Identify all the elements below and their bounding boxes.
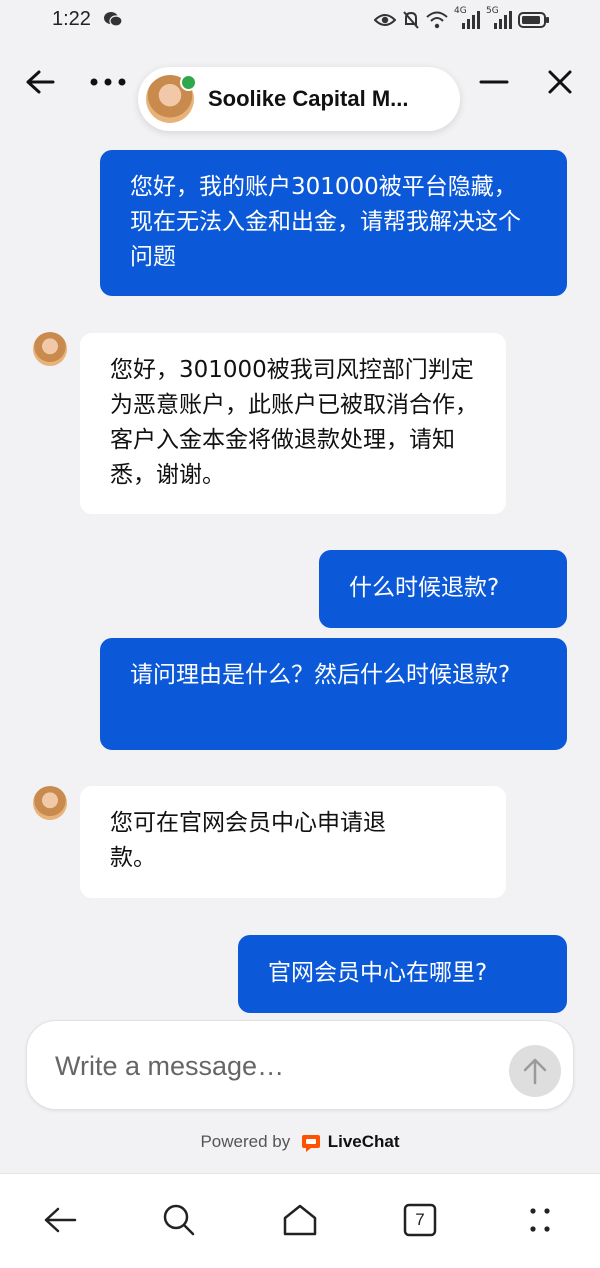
powered-by-label: Powered by [200, 1132, 291, 1151]
home-icon [283, 1204, 317, 1236]
wifi-icon [426, 11, 448, 29]
nav-back-button[interactable] [36, 1196, 84, 1244]
message-composer [26, 1020, 574, 1110]
agent-message: 您可在官网会员中心申请退款。 [80, 786, 506, 898]
minimize-icon [479, 80, 509, 84]
status-time: 1:22 [52, 8, 91, 30]
menu-dots-icon [530, 1208, 550, 1232]
search-icon [163, 1204, 195, 1236]
battery-icon [518, 11, 550, 29]
agent-message: 您好，301000被我司风控部门判定为恶意账户，此账户已被取消合作，客户入金本金… [80, 333, 506, 514]
nav-menu-button[interactable] [516, 1196, 564, 1244]
livechat-logo-icon [301, 1134, 320, 1152]
browser-nav-bar: 7 [0, 1173, 600, 1268]
signal-4g-icon: 4G [454, 6, 480, 30]
agent-avatar-small [33, 786, 67, 820]
agent-info-pill[interactable]: Soolike Capital M... [138, 67, 460, 131]
arrow-up-icon [523, 1058, 547, 1085]
close-button[interactable] [540, 62, 580, 102]
nav-tabs-button[interactable]: 7 [396, 1196, 444, 1244]
more-dots-icon [90, 78, 126, 86]
powered-by: Powered by LiveChat [0, 1132, 600, 1153]
user-message: 什么时候退款? [319, 550, 567, 628]
nav-search-button[interactable] [155, 1196, 203, 1244]
status-bar: 1:22 4G 5G [0, 0, 600, 40]
arrow-left-icon [26, 70, 55, 94]
agent-avatar-small [33, 332, 67, 366]
eye-icon [374, 12, 396, 28]
nav-home-button[interactable] [276, 1196, 324, 1244]
user-message: 您好，我的账户301000被平台隐藏，现在无法入金和出金，请帮我解决这个问题 [100, 150, 567, 296]
wechat-icon [103, 11, 123, 27]
chat-header: Soolike Capital M... [0, 40, 600, 131]
back-button[interactable] [22, 64, 58, 100]
send-button[interactable] [509, 1045, 561, 1097]
close-icon [548, 70, 572, 94]
agent-name: Soolike Capital M... [208, 86, 409, 111]
tab-count: 7 [415, 1210, 425, 1229]
user-message: 请问理由是什么？然后什么时候退款? [100, 638, 567, 750]
mute-bell-icon [402, 10, 420, 30]
online-status-dot [180, 74, 197, 91]
message-input[interactable] [53, 1045, 497, 1087]
more-options-button[interactable] [86, 64, 130, 100]
minimize-button[interactable] [474, 64, 514, 100]
arrow-left-icon [44, 1207, 77, 1233]
livechat-brand[interactable]: LiveChat [328, 1132, 400, 1151]
signal-5g-icon: 5G [486, 6, 512, 30]
user-message: 官网会员中心在哪里? [238, 935, 567, 1013]
